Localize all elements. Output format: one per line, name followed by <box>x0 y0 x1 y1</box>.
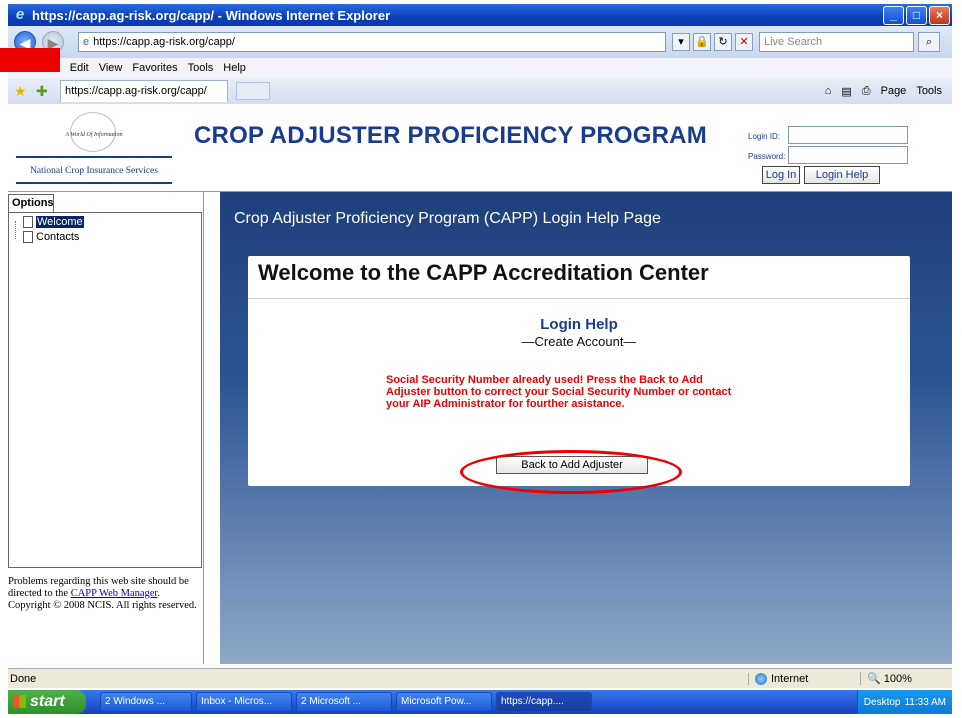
section-title: Login Help <box>540 316 618 333</box>
login-button[interactable]: Log In <box>762 166 800 184</box>
zone-label: Internet <box>771 672 809 685</box>
browser-tab[interactable]: https://capp.ag-risk.org/capp/ <box>60 80 228 102</box>
document-icon <box>23 231 33 243</box>
home-icon[interactable]: ⌂ <box>825 85 832 97</box>
zoom-label: 100% <box>883 673 912 685</box>
address-text: https://capp.ag-risk.org/capp/ <box>93 36 235 48</box>
minimize-button[interactable]: _ <box>883 5 904 25</box>
refresh-icon[interactable]: ↻ <box>714 33 732 51</box>
error-message: Social Security Number already used! Pre… <box>386 374 732 410</box>
search-input[interactable]: Live Search <box>759 32 914 52</box>
card-title: Welcome to the CAPP Accreditation Center <box>258 260 709 285</box>
window-title: https://capp.ag-risk.org/capp/ - Windows… <box>32 7 391 23</box>
lock-icon[interactable]: 🔒 <box>693 33 711 51</box>
desktop-toolbar[interactable]: Desktop <box>864 697 901 708</box>
ie-icon: e <box>15 6 25 23</box>
clock: 11:33 AM <box>904 696 946 708</box>
address-bar-row: ◀ ▶ e https://capp.ag-risk.org/capp/ ▾ 🔒… <box>8 26 952 58</box>
tree-item-contacts[interactable]: Contacts <box>23 231 79 243</box>
start-label: start <box>30 693 65 710</box>
system-tray: Desktop 11:33 AM <box>856 690 952 714</box>
tree-item-label: Welcome <box>36 216 84 228</box>
security-zone: Internet <box>748 672 860 685</box>
logo-name: National Crop Insurance Services <box>30 166 158 176</box>
site-title: CROP ADJUSTER PROFICIENCY PROGRAM <box>194 122 707 149</box>
window-titlebar: e https://capp.ag-risk.org/capp/ - Windo… <box>8 4 952 26</box>
red-highlight-box <box>0 48 60 72</box>
password-field[interactable] <box>788 146 908 164</box>
menu-edit[interactable]: Edit <box>70 62 89 74</box>
options-tree: Welcome Contacts <box>8 212 202 568</box>
options-tab[interactable]: Options <box>8 194 54 212</box>
task-word[interactable]: 2 Microsoft ... <box>296 692 392 712</box>
status-bar: Done Internet 🔍 100% <box>8 668 952 688</box>
feeds-icon[interactable]: ▤ <box>841 85 851 98</box>
command-bar: ⌂ ▤ ⎙ Page Tools <box>825 85 942 98</box>
tree-connector <box>15 221 16 239</box>
menu-favorites[interactable]: Favorites <box>132 62 177 74</box>
menu-bar: File Edit View Favorites Tools Help <box>8 58 952 78</box>
task-inbox[interactable]: Inbox - Micros... <box>196 692 292 712</box>
tree-item-welcome[interactable]: Welcome <box>23 216 84 228</box>
page-menu[interactable]: Page <box>881 85 907 97</box>
address-input[interactable]: e https://capp.ag-risk.org/capp/ <box>78 32 666 52</box>
stop-icon[interactable]: ✕ <box>735 33 753 51</box>
internet-globe-icon <box>755 672 767 685</box>
close-button[interactable]: × <box>929 5 950 25</box>
address-tools: ▾ 🔒 ↻ ✕ <box>672 33 753 51</box>
ncis-logo: A World Of Information National Crop Ins… <box>16 110 172 186</box>
task-windows[interactable]: 2 Windows ... <box>100 692 192 712</box>
card-divider <box>248 298 910 299</box>
favorites-star-icon[interactable]: ★ <box>14 83 27 100</box>
status-text: Done <box>10 672 37 685</box>
menu-help[interactable]: Help <box>223 62 246 74</box>
search-icon[interactable]: ⌕ <box>918 32 940 52</box>
page-heading: Crop Adjuster Proficiency Program (CAPP)… <box>234 210 661 227</box>
login-help-button[interactable]: Login Help <box>804 166 880 184</box>
start-button[interactable]: start <box>8 690 86 714</box>
zoom-icon: 🔍 <box>867 673 881 685</box>
tools-menu[interactable]: Tools <box>916 85 942 97</box>
content-card: Welcome to the CAPP Accreditation Center… <box>248 256 910 486</box>
screen: e https://capp.ag-risk.org/capp/ - Windo… <box>0 0 962 718</box>
logo-rule <box>16 156 172 158</box>
taskbar: start 2 Windows ... Inbox - Micros... 2 … <box>8 690 952 714</box>
tab-row: ★ ✚ https://capp.ag-risk.org/capp/ ⌂ ▤ ⎙… <box>8 78 952 104</box>
options-sidebar: Options Welcome Contacts Problems regard… <box>8 192 204 664</box>
logo-rule-bottom <box>16 182 172 184</box>
dropdown-icon[interactable]: ▾ <box>672 33 690 51</box>
tree-item-label: Contacts <box>36 231 80 243</box>
task-ie[interactable]: https://capp.... <box>496 692 592 712</box>
login-id-label: Login ID: <box>748 132 781 141</box>
main-content: Crop Adjuster Proficiency Program (CAPP)… <box>220 192 952 664</box>
zoom-level[interactable]: 🔍 100% <box>860 672 952 685</box>
document-icon <box>23 216 33 228</box>
sidebar-footer: Problems regarding this web site should … <box>8 576 202 612</box>
print-icon[interactable]: ⎙ <box>862 85 871 98</box>
task-powerpoint[interactable]: Microsoft Pow... <box>396 692 492 712</box>
add-favorite-icon[interactable]: ✚ <box>36 83 48 100</box>
windows-logo-icon <box>13 695 26 708</box>
login-id-field[interactable] <box>788 126 908 144</box>
window-controls: _ □ × <box>883 5 950 25</box>
page-icon: e <box>83 36 90 48</box>
site-header: A World Of Information National Crop Ins… <box>8 104 952 192</box>
section-subtitle: —Create Account— <box>521 334 637 349</box>
web-manager-link[interactable]: CAPP Web Manager <box>71 588 158 599</box>
menu-view[interactable]: View <box>99 62 123 74</box>
maximize-button[interactable]: □ <box>906 5 927 25</box>
menu-tools[interactable]: Tools <box>188 62 214 74</box>
logo-tagline: A World Of Information <box>65 132 123 138</box>
password-label: Password: <box>748 152 786 161</box>
back-to-add-adjuster-button[interactable]: Back to Add Adjuster <box>496 456 648 474</box>
new-tab-button[interactable] <box>236 82 270 100</box>
